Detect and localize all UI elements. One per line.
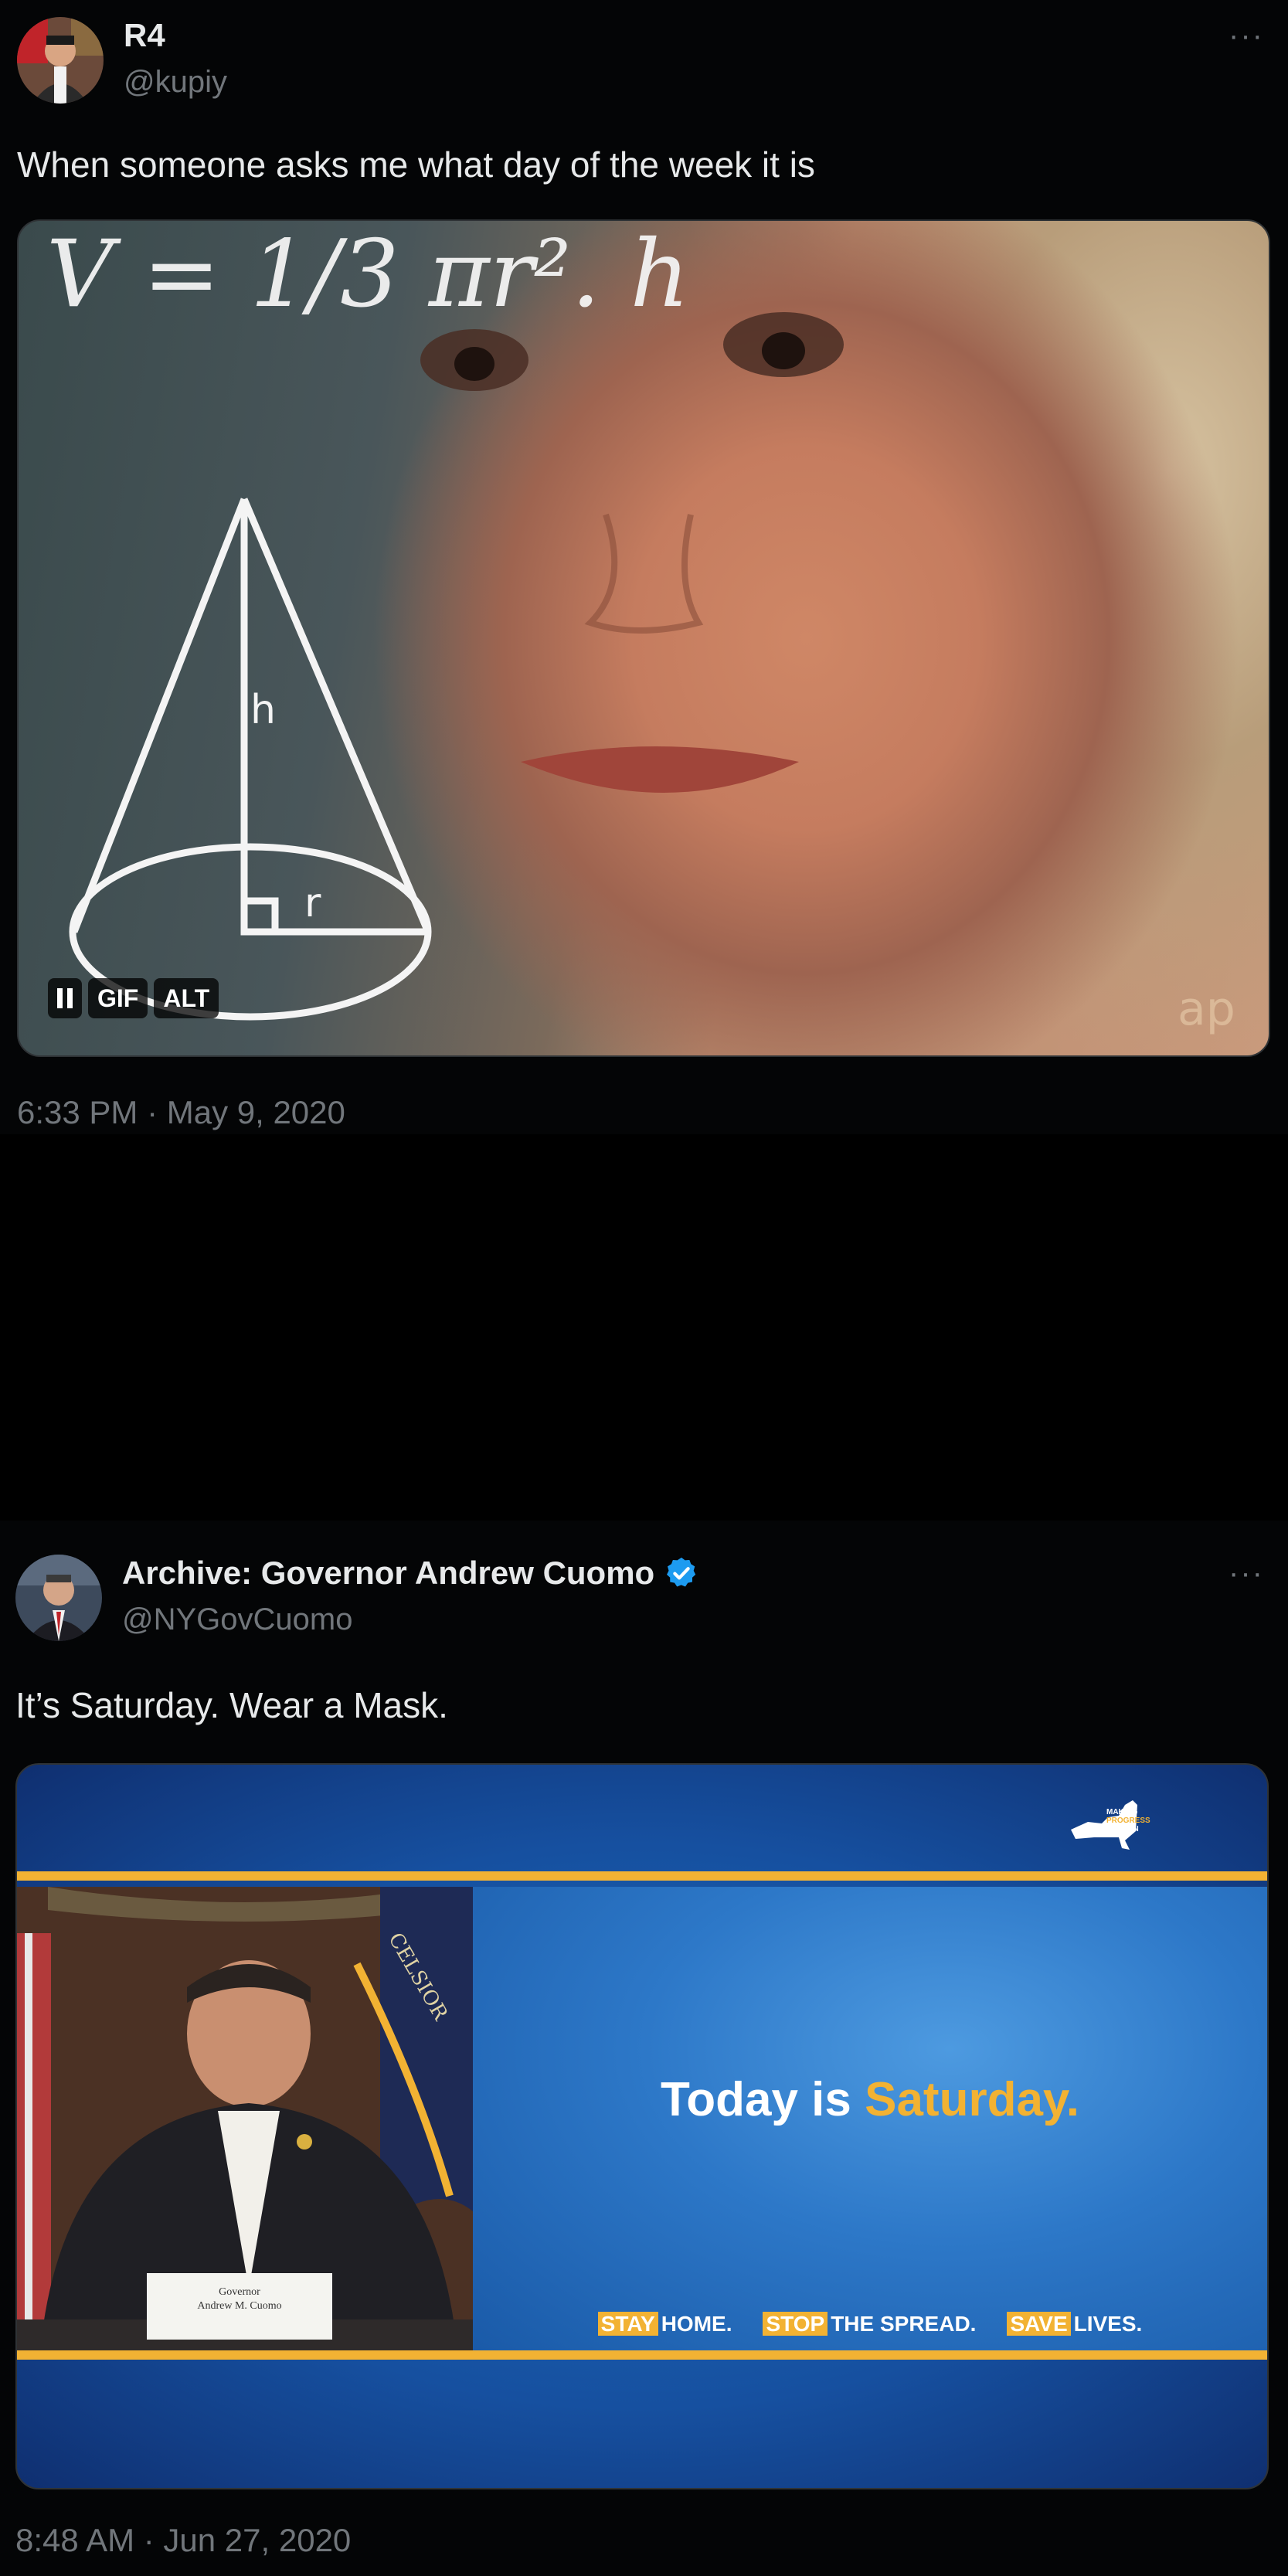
diagram-r-label: r: [304, 880, 321, 926]
author-name[interactable]: Archive: Governor Andrew Cuomo: [122, 1555, 654, 1592]
tweet-text: It’s Saturday. Wear a Mask.: [15, 1685, 448, 1725]
video-frame: CELSIOR Governor Andrew M. Cuomo Today i…: [17, 1887, 1267, 2350]
diagram-h-label: h: [250, 687, 276, 733]
slide-panel: Today is Saturday. STAY HOME. STOP THE SPR…: [473, 1887, 1267, 2350]
footer-item: SAVE LIVES.: [1007, 2312, 1142, 2336]
verified-badge-icon: [667, 1557, 696, 1587]
tweet-1[interactable]: R4 @kupiy ··· When someone asks me what …: [0, 0, 1288, 1134]
nameplate: Governor Andrew M. Cuomo: [147, 2273, 332, 2340]
footer-item: STAY HOME.: [597, 2312, 732, 2336]
gif-badge: GIF: [88, 978, 148, 1018]
pause-button[interactable]: [48, 978, 82, 1018]
avatar[interactable]: [15, 1555, 102, 1641]
slide-title: Today is Saturday.: [660, 2073, 1080, 2126]
more-options-icon[interactable]: ···: [1229, 19, 1264, 53]
video-media[interactable]: MAKING PROGRESS HAPPEN CELSIOR Governor …: [15, 1763, 1269, 2489]
footer-item: STOP THE SPREAD.: [763, 2312, 976, 2336]
gold-divider-bottom: [17, 2350, 1267, 2360]
author-handle[interactable]: @kupiy: [124, 65, 227, 100]
alt-badge[interactable]: ALT: [154, 978, 219, 1018]
speaker-panel: CELSIOR Governor Andrew M. Cuomo: [17, 1887, 473, 2350]
tweet-2[interactable]: Archive: Governor Andrew Cuomo @NYGovCuo…: [0, 1521, 1288, 2576]
pause-icon: [57, 988, 73, 1008]
more-options-icon[interactable]: ···: [1229, 1556, 1264, 1591]
tweet-timestamp[interactable]: 6:33 PM · May 9, 2020: [17, 1094, 345, 1131]
author-name[interactable]: R4: [124, 17, 165, 54]
watermark: ap: [1178, 982, 1235, 1036]
ny-logo-text: MAKING PROGRESS HAPPEN: [1106, 1808, 1150, 1833]
avatar[interactable]: [17, 17, 104, 104]
formula-text: V = 1/3 πr². h: [46, 221, 690, 328]
author-handle[interactable]: @NYGovCuomo: [122, 1602, 352, 1637]
avatar-image: [15, 1555, 102, 1641]
slide-footer: STAY HOME. STOP THE SPREAD. SAVE LIVES.: [473, 2312, 1267, 2336]
tweet-timestamp[interactable]: 8:48 AM · Jun 27, 2020: [15, 2522, 351, 2559]
avatar-image: [17, 17, 104, 104]
tweet-text: When someone asks me what day of the wee…: [17, 144, 815, 185]
gold-divider-top: [17, 1871, 1267, 1881]
gif-image: h r V = 1/3 πr². h ap: [46, 221, 1235, 1036]
gif-media[interactable]: h r V = 1/3 πr². h ap GIF ALT: [17, 219, 1270, 1057]
